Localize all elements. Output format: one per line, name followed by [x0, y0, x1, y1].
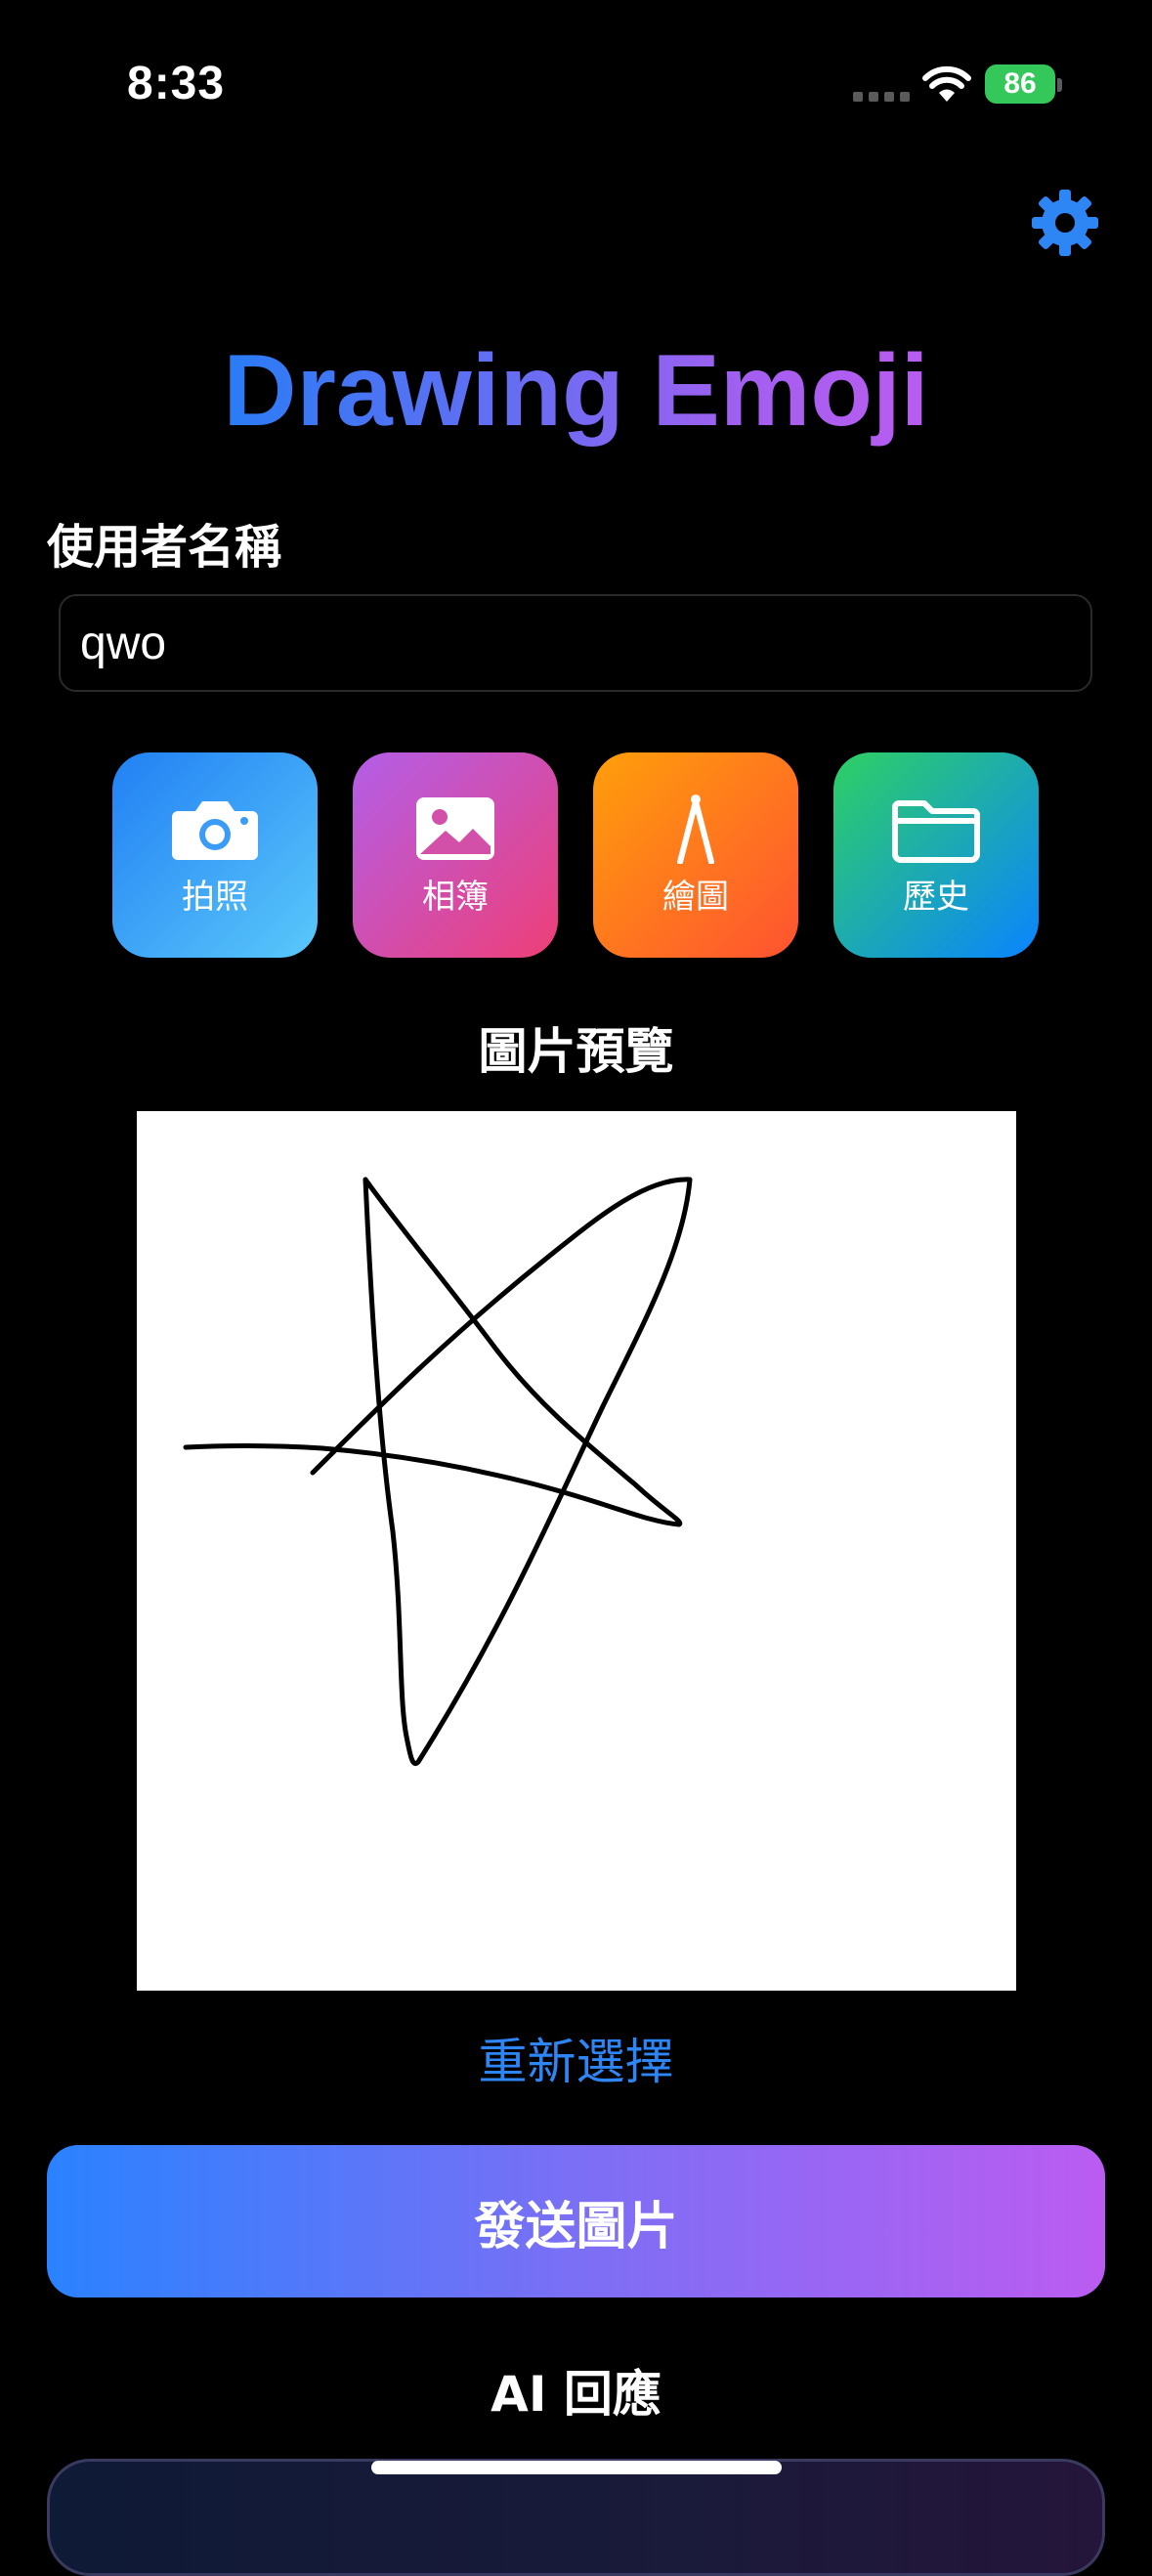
username-label: 使用者名稱 — [47, 520, 282, 575]
send-image-button[interactable]: 發送圖片 — [47, 2145, 1105, 2297]
star-drawing — [183, 1177, 693, 1766]
image-preview — [137, 1111, 1016, 1991]
battery-tip — [1057, 78, 1062, 92]
photo-icon — [416, 796, 494, 860]
folder-icon — [892, 799, 980, 863]
draw-button-label: 繪圖 — [662, 877, 729, 917]
home-indicator[interactable] — [371, 2461, 782, 2474]
battery-level: 86 — [1003, 67, 1037, 100]
camera-button[interactable]: 拍照 — [112, 752, 318, 958]
history-button[interactable]: 歷史 — [833, 752, 1039, 958]
history-button-label: 歷史 — [903, 877, 969, 917]
cellular-signal-icon — [853, 92, 910, 102]
camera-icon — [172, 800, 258, 860]
album-button-label: 相簿 — [422, 877, 489, 917]
app-title-text: Drawing Emoji — [223, 334, 929, 448]
wifi-icon — [922, 65, 971, 102]
preview-heading: 圖片預覽 — [478, 1023, 674, 1080]
battery-indicator: 86 — [985, 64, 1055, 104]
reselect-button[interactable]: 重新選擇 — [0, 2023, 1152, 2093]
send-image-label: 發送圖片 — [474, 2197, 678, 2256]
draw-button[interactable]: 繪圖 — [593, 752, 798, 958]
app-title: Drawing Emoji — [0, 332, 1152, 450]
album-button[interactable]: 相簿 — [353, 752, 558, 958]
camera-button-label: 拍照 — [182, 877, 248, 917]
status-time: 8:33 — [127, 58, 226, 109]
ai-response-heading: AI 回應 — [491, 2366, 661, 2423]
ai-response-card — [47, 2459, 1105, 2576]
gear-icon[interactable] — [1030, 188, 1100, 258]
username-input[interactable] — [59, 594, 1092, 692]
compass-icon — [677, 794, 714, 864]
